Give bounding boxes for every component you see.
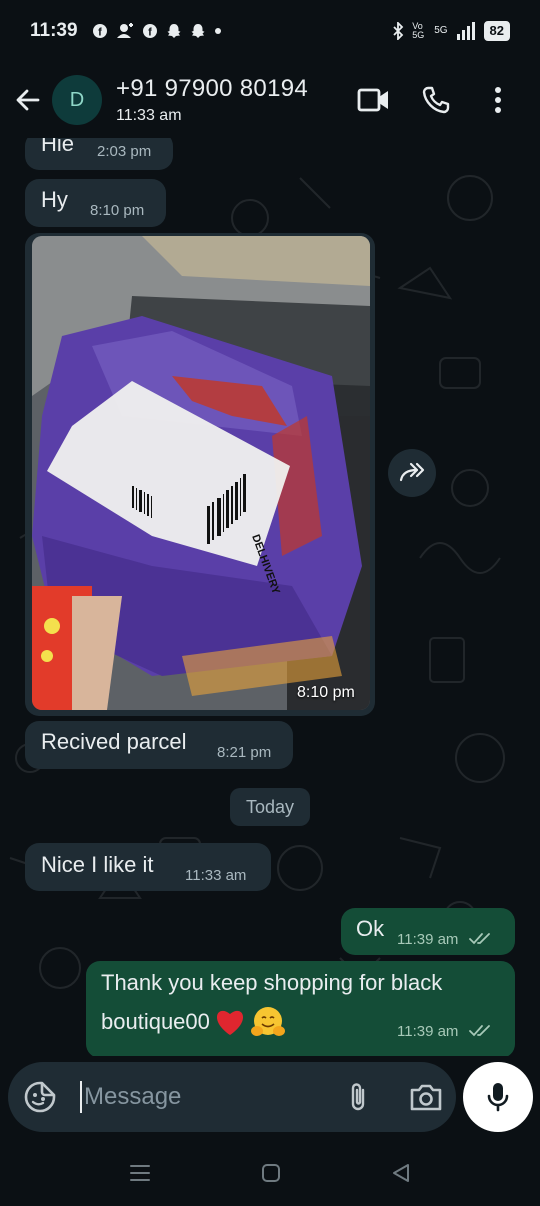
message-text-line2-wrapper: boutique00: [101, 1005, 286, 1039]
snapchat-icon: [167, 24, 181, 38]
message-text: Nice I like it: [41, 852, 154, 877]
notification-icons: f f: [92, 23, 222, 39]
facebook-icon: f: [92, 24, 107, 39]
message-text-line1: Thank you keep shopping for black: [101, 970, 443, 995]
message-time-text: 11:39 am: [397, 1023, 459, 1040]
chat-area[interactable]: Hie 2:03 pm Hy 8:10 pm DELHIVERY 8:10 pm…: [0, 138, 540, 1056]
volte-indicator: Vo 5G: [412, 21, 425, 40]
message-time: 8:10 pm: [90, 202, 145, 219]
camera-button[interactable]: [406, 1077, 446, 1117]
snapchat-icon-2: [191, 24, 205, 38]
forward-arrow-icon: [399, 462, 425, 482]
message-bubble-incoming[interactable]: Recived parcel 8:21 pm: [25, 721, 293, 769]
forward-button[interactable]: [388, 449, 436, 497]
home-button-icon[interactable]: [261, 1163, 281, 1183]
parcel-image: DELHIVERY: [32, 236, 370, 710]
message-composer: [8, 1062, 456, 1132]
microphone-icon: [487, 1083, 509, 1112]
message-bubble-incoming[interactable]: Hy 8:10 pm: [25, 179, 166, 227]
message-input[interactable]: [84, 1083, 324, 1111]
user-notification-icon: [116, 23, 133, 38]
back-button[interactable]: [4, 76, 52, 124]
battery-indicator: 82: [483, 21, 510, 41]
status-time: 11:39: [30, 20, 78, 41]
attach-button[interactable]: [338, 1077, 378, 1117]
message-text: Hie: [41, 138, 75, 156]
message-text-line2: boutique00: [101, 1009, 210, 1034]
read-receipt-icon: [468, 933, 490, 945]
date-separator: Today: [230, 788, 310, 826]
back-triangle-icon[interactable]: [391, 1163, 411, 1183]
chat-header: D +91 97900 80194 11:33 am: [0, 62, 540, 138]
message-bubble-outgoing[interactable]: Ok 11:39 am: [341, 908, 515, 955]
message-time: 11:33 am: [185, 867, 247, 884]
contact-name: +91 97900 80194: [116, 75, 309, 102]
contact-info[interactable]: +91 97900 80194 11:33 am: [116, 75, 308, 125]
last-seen: 11:33 am: [116, 107, 182, 124]
video-call-button[interactable]: [354, 80, 394, 120]
message-bubble-outgoing[interactable]: Thank you keep shopping for black boutiq…: [86, 961, 515, 1056]
message-text: Ok: [356, 916, 385, 941]
message-time: 11:39 am: [397, 931, 493, 948]
more-notifications-dot: [214, 28, 221, 34]
camera-icon: [410, 1084, 442, 1111]
red-heart-emoji: [216, 1010, 243, 1035]
message-bubble-incoming[interactable]: Nice I like it 11:33 am: [25, 843, 271, 891]
emoji-sticker-button[interactable]: [20, 1077, 60, 1117]
svg-text:f: f: [148, 27, 152, 39]
bluetooth-icon: [393, 22, 404, 40]
header-actions: [354, 80, 518, 120]
more-options-button[interactable]: [478, 80, 518, 120]
sticker-icon: [24, 1081, 56, 1113]
message-time-text: 11:39 am: [397, 931, 459, 948]
paperclip-icon: [351, 1083, 365, 1111]
read-receipt-icon: [468, 1025, 490, 1037]
message-time: 11:39 am: [397, 1023, 493, 1040]
back-arrow-icon: [16, 89, 40, 111]
facebook-icon-2: f: [142, 24, 157, 39]
status-bar: 11:39 f f Vo 5G 5G 82: [0, 0, 540, 62]
svg-text:f: f: [98, 27, 102, 39]
kebab-menu-icon: [495, 87, 501, 113]
recents-menu-icon[interactable]: [129, 1163, 151, 1183]
message-time: 2:03 pm: [97, 143, 152, 160]
voice-call-button[interactable]: [416, 80, 456, 120]
message-bubble-incoming[interactable]: Hie 2:03 pm: [25, 138, 173, 170]
message-time: 8:21 pm: [217, 744, 272, 761]
contact-avatar[interactable]: D: [52, 75, 102, 125]
video-camera-icon: [357, 88, 388, 112]
image-time: 8:10 pm: [297, 684, 355, 701]
network-type: 5G: [434, 25, 448, 36]
message-text: Hy: [41, 187, 68, 212]
parcel-photo[interactable]: DELHIVERY 8:10 pm: [32, 236, 370, 710]
system-navigation-bar: [0, 1140, 540, 1206]
signal-icon: [456, 22, 475, 40]
hugging-face-emoji: [250, 1007, 285, 1036]
message-text: Recived parcel: [41, 729, 187, 754]
voice-record-button[interactable]: [463, 1062, 533, 1132]
text-cursor: [80, 1081, 82, 1113]
phone-icon: [422, 86, 450, 114]
status-right: Vo 5G 5G 82: [392, 21, 510, 41]
